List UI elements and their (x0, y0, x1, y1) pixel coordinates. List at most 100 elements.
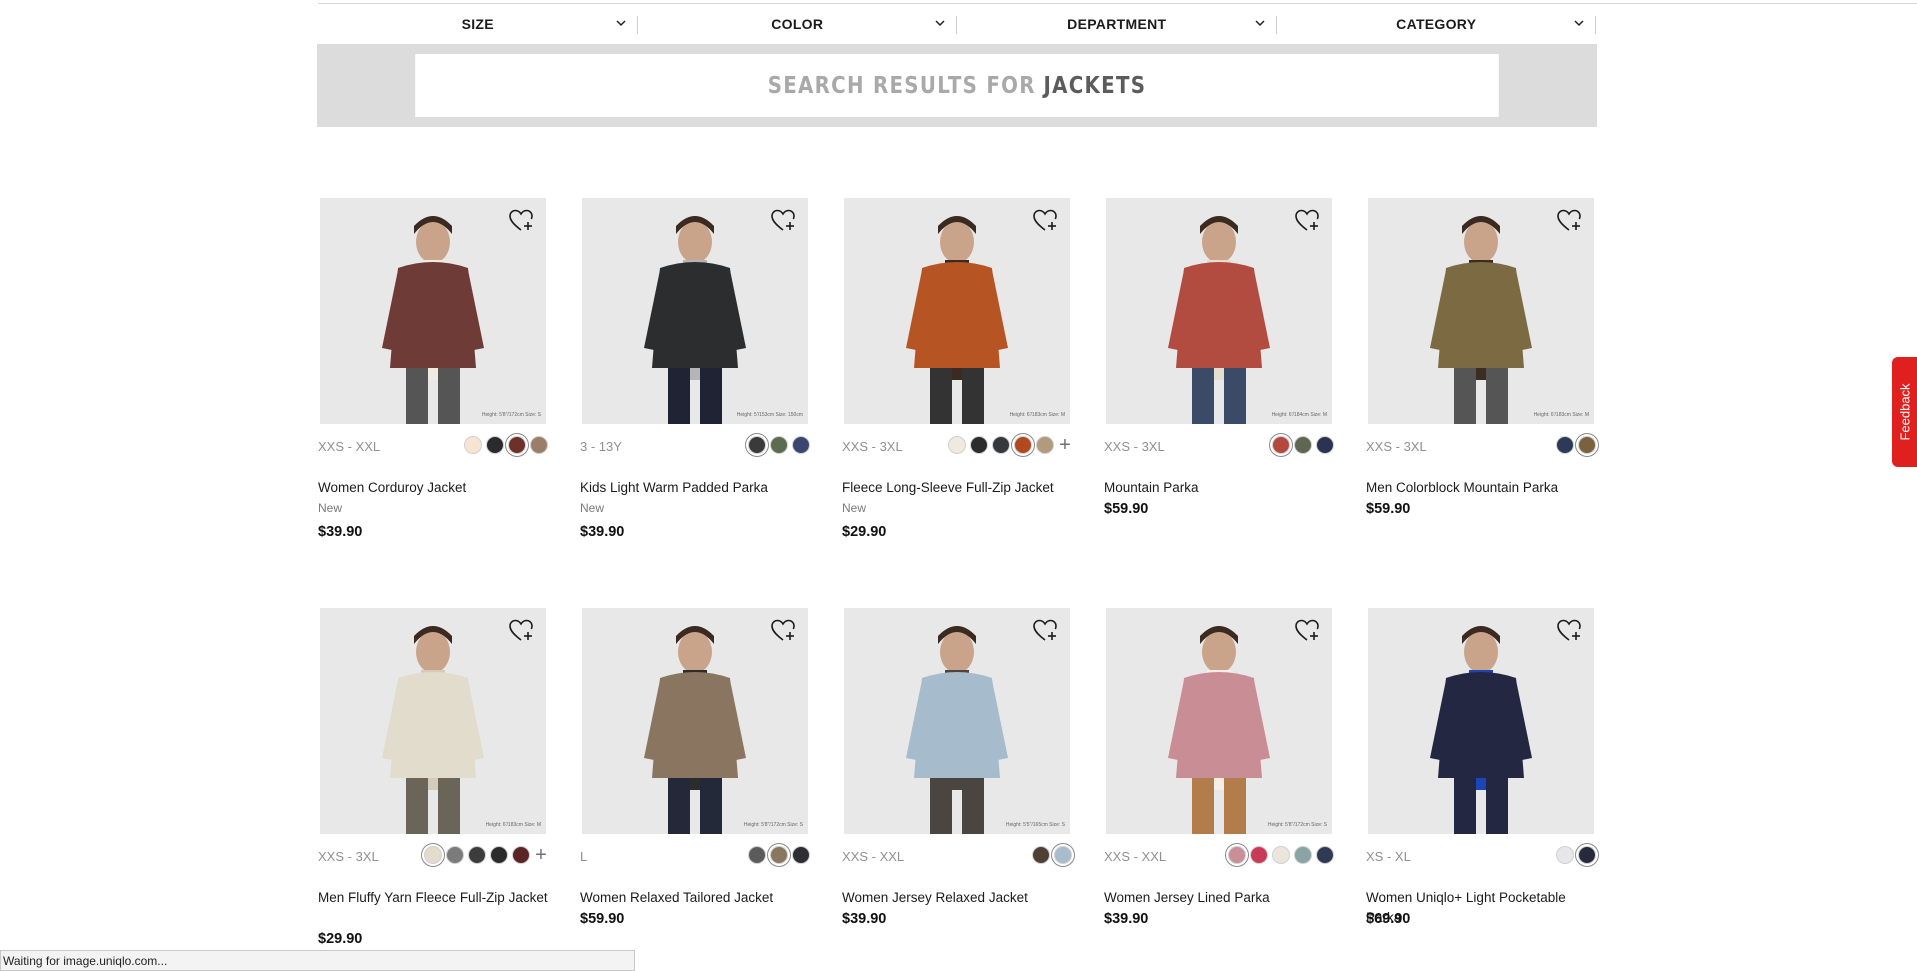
color-swatch[interactable] (1294, 846, 1312, 864)
add-to-wishlist-heart-icon[interactable] (770, 618, 796, 644)
size-range: XXS - 3XL (1104, 439, 1165, 454)
filter-color[interactable]: COLOR (638, 4, 957, 44)
add-to-wishlist-heart-icon[interactable] (1556, 618, 1582, 644)
color-swatch[interactable] (468, 846, 486, 864)
add-to-wishlist-heart-icon[interactable] (1294, 208, 1320, 234)
product-name[interactable]: Fleece Long-Sleeve Full-Zip Jacket (842, 478, 1072, 498)
model-size-info: Height: 5'8"/172cm Size: S (481, 412, 541, 418)
product-name[interactable]: Women Jersey Relaxed Jacket (842, 888, 1072, 908)
size-range: 3 - 13Y (580, 439, 622, 454)
product-name[interactable]: Women Relaxed Tailored Jacket (580, 888, 810, 908)
product-image[interactable]: Height: 5'5"/165cm Size: S (844, 608, 1070, 834)
color-swatch[interactable] (424, 846, 442, 864)
product-price: $39.90 (318, 524, 363, 540)
color-swatches (748, 436, 810, 454)
search-results-header: SEARCH RESULTS FOR JACKETS (317, 44, 1597, 127)
color-swatch[interactable] (770, 436, 788, 454)
product-name[interactable]: Men Colorblock Mountain Parka (1366, 478, 1596, 498)
size-range: XXS - 3XL (1366, 439, 1427, 454)
product-price: $39.90 (580, 524, 625, 540)
add-to-wishlist-heart-icon[interactable] (508, 618, 534, 644)
color-swatch[interactable] (1250, 846, 1268, 864)
chevron-down-icon (615, 20, 626, 27)
color-swatch[interactable] (970, 436, 988, 454)
product-price: $69.90 (1366, 911, 1411, 927)
color-swatch[interactable] (530, 436, 548, 454)
add-to-wishlist-heart-icon[interactable] (508, 208, 534, 234)
product-image[interactable] (1368, 608, 1594, 834)
add-to-wishlist-heart-icon[interactable] (1556, 208, 1582, 234)
color-swatch[interactable] (446, 846, 464, 864)
color-swatch[interactable] (792, 436, 810, 454)
color-swatch[interactable] (1294, 436, 1312, 454)
search-keyword: JACKETS (1043, 72, 1147, 99)
color-swatch[interactable] (792, 846, 810, 864)
color-swatch[interactable] (1578, 436, 1596, 454)
color-swatch[interactable] (490, 846, 508, 864)
product-image[interactable]: Height: 5'8"/172cm Size: S (582, 608, 808, 834)
product-name[interactable]: Kids Light Warm Padded Parka (580, 478, 810, 498)
search-results-prefix: SEARCH RESULTS FOR (767, 72, 1036, 99)
color-swatch[interactable] (1014, 436, 1032, 454)
color-swatches (1272, 436, 1334, 454)
color-swatch[interactable] (1578, 846, 1596, 864)
model-size-info: Height: 6'/183cm Size: M (1009, 412, 1065, 418)
add-to-wishlist-heart-icon[interactable] (1032, 208, 1058, 234)
filter-size-label: SIZE (461, 16, 494, 32)
product-image[interactable]: Height: 5'/153cm Size: 150cm (582, 198, 808, 424)
filter-department[interactable]: DEPARTMENT (957, 4, 1277, 44)
more-colors-plus-icon[interactable]: + (1058, 435, 1072, 455)
model-size-info: Height: 6'/184cm Size: M (1271, 412, 1327, 418)
product-image[interactable]: Height: 5'8"/172cm Size: S (1106, 608, 1332, 834)
product-name[interactable]: Mountain Parka (1104, 478, 1334, 498)
color-swatch[interactable] (464, 436, 482, 454)
color-swatch[interactable] (1556, 436, 1574, 454)
model-size-info: Height: 5'8"/172cm Size: S (1267, 822, 1327, 828)
color-swatch[interactable] (1272, 846, 1290, 864)
color-swatch[interactable] (1228, 846, 1246, 864)
color-swatch[interactable] (770, 846, 788, 864)
size-range: XXS - XXL (1104, 849, 1167, 864)
color-swatch[interactable] (1316, 436, 1334, 454)
product-image[interactable]: Height: 6'/183cm Size: M (320, 608, 546, 834)
more-colors-plus-icon[interactable]: + (534, 845, 548, 865)
search-results-title: SEARCH RESULTS FOR JACKETS (415, 54, 1499, 117)
product-name[interactable]: Men Fluffy Yarn Fleece Full-Zip Jacket (318, 888, 548, 908)
color-swatch[interactable] (512, 846, 530, 864)
add-to-wishlist-heart-icon[interactable] (770, 208, 796, 234)
color-swatch[interactable] (1272, 436, 1290, 454)
color-swatch[interactable] (508, 436, 526, 454)
color-swatch[interactable] (1556, 846, 1574, 864)
add-to-wishlist-heart-icon[interactable] (1032, 618, 1058, 644)
color-swatch[interactable] (748, 436, 766, 454)
filter-category[interactable]: CATEGORY (1277, 4, 1596, 44)
color-swatch[interactable] (1054, 846, 1072, 864)
color-swatch[interactable] (992, 436, 1010, 454)
color-swatch[interactable] (486, 436, 504, 454)
color-swatch[interactable] (748, 846, 766, 864)
product-image[interactable]: Height: 5'8"/172cm Size: S (320, 198, 546, 424)
filter-size[interactable]: SIZE (318, 4, 638, 44)
product-image[interactable]: Height: 6'/183cm Size: M (844, 198, 1070, 424)
color-swatch[interactable] (1316, 846, 1334, 864)
feedback-tab[interactable]: Feedback (1892, 357, 1917, 467)
product-image[interactable]: Height: 6'/184cm Size: M (1106, 198, 1332, 424)
product-price: $59.90 (1366, 501, 1411, 517)
product-name[interactable]: Women Corduroy Jacket (318, 478, 548, 498)
model-size-info: Height: 6'/183cm Size: M (1533, 412, 1589, 418)
chevron-down-icon (935, 20, 945, 27)
feedback-label: Feedback (1897, 383, 1913, 441)
product-price: $59.90 (580, 911, 625, 927)
size-range: XXS - 3XL (842, 439, 903, 454)
filter-category-label: CATEGORY (1396, 16, 1477, 32)
color-swatches (1032, 846, 1072, 864)
color-swatch[interactable] (1032, 846, 1050, 864)
color-swatches: + (948, 435, 1072, 455)
model-size-info: Height: 6'/183cm Size: M (485, 822, 541, 828)
product-name[interactable]: Women Jersey Lined Parka (1104, 888, 1334, 908)
product-image[interactable]: Height: 6'/183cm Size: M (1368, 198, 1594, 424)
color-swatch[interactable] (948, 436, 966, 454)
filter-department-label: DEPARTMENT (1067, 16, 1167, 32)
add-to-wishlist-heart-icon[interactable] (1294, 618, 1320, 644)
color-swatch[interactable] (1036, 436, 1054, 454)
